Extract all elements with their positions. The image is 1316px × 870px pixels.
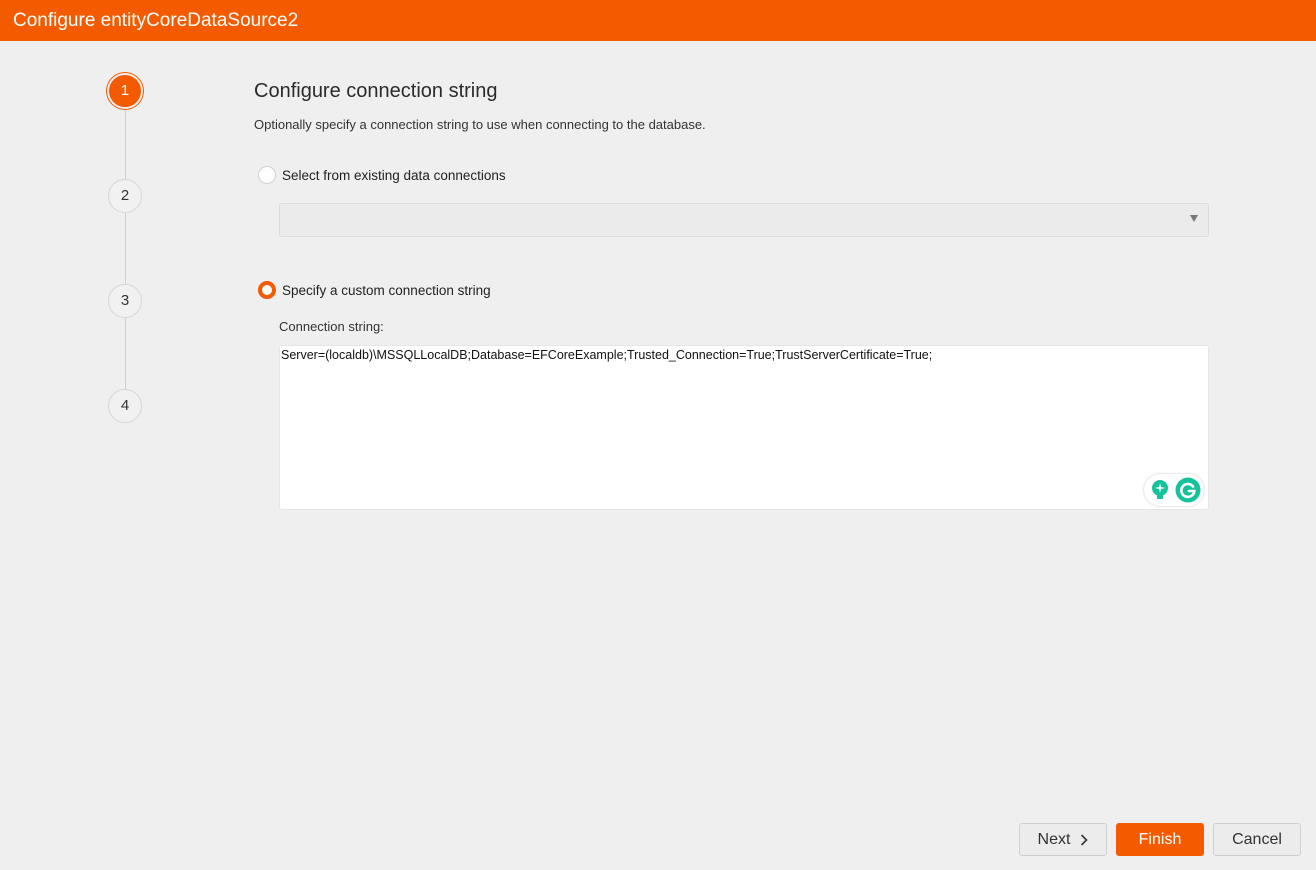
connection-string-input[interactable]: Server=(localdb)\MSSQLLocalDB;Database=E… [279, 345, 1209, 510]
next-button-label: Next [1037, 830, 1071, 848]
next-button[interactable]: Next [1019, 823, 1107, 856]
existing-connection-label: Select from existing data connections [282, 167, 506, 183]
finish-button[interactable]: Finish [1116, 823, 1204, 856]
chevron-down-icon [1190, 215, 1198, 222]
page-description: Optionally specify a connection string t… [254, 117, 706, 132]
custom-connection-radio[interactable] [258, 281, 276, 299]
grammarly-widget[interactable] [1144, 474, 1204, 506]
dialog-title: Configure entityCoreDataSource2 [0, 0, 1316, 41]
custom-connection-label: Specify a custom connection string [282, 282, 491, 298]
option-custom-connection[interactable]: Specify a custom connection string [258, 281, 491, 299]
option-existing-connection[interactable]: Select from existing data connections [258, 166, 506, 184]
grammarly-icon[interactable] [1175, 477, 1201, 503]
step-3[interactable]: 3 [108, 284, 142, 318]
existing-connection-dropdown[interactable] [279, 203, 1209, 237]
existing-connection-radio[interactable] [258, 166, 276, 184]
step-4[interactable]: 4 [108, 389, 142, 423]
stepper-line [125, 92, 126, 406]
step-1[interactable]: 1 [109, 75, 141, 107]
connection-string-label: Connection string: [279, 319, 384, 334]
chevron-right-icon [1081, 833, 1089, 846]
cancel-button[interactable]: Cancel [1213, 823, 1301, 856]
page-title: Configure connection string [254, 80, 498, 102]
lightbulb-icon[interactable] [1150, 479, 1170, 501]
step-2[interactable]: 2 [108, 179, 142, 213]
